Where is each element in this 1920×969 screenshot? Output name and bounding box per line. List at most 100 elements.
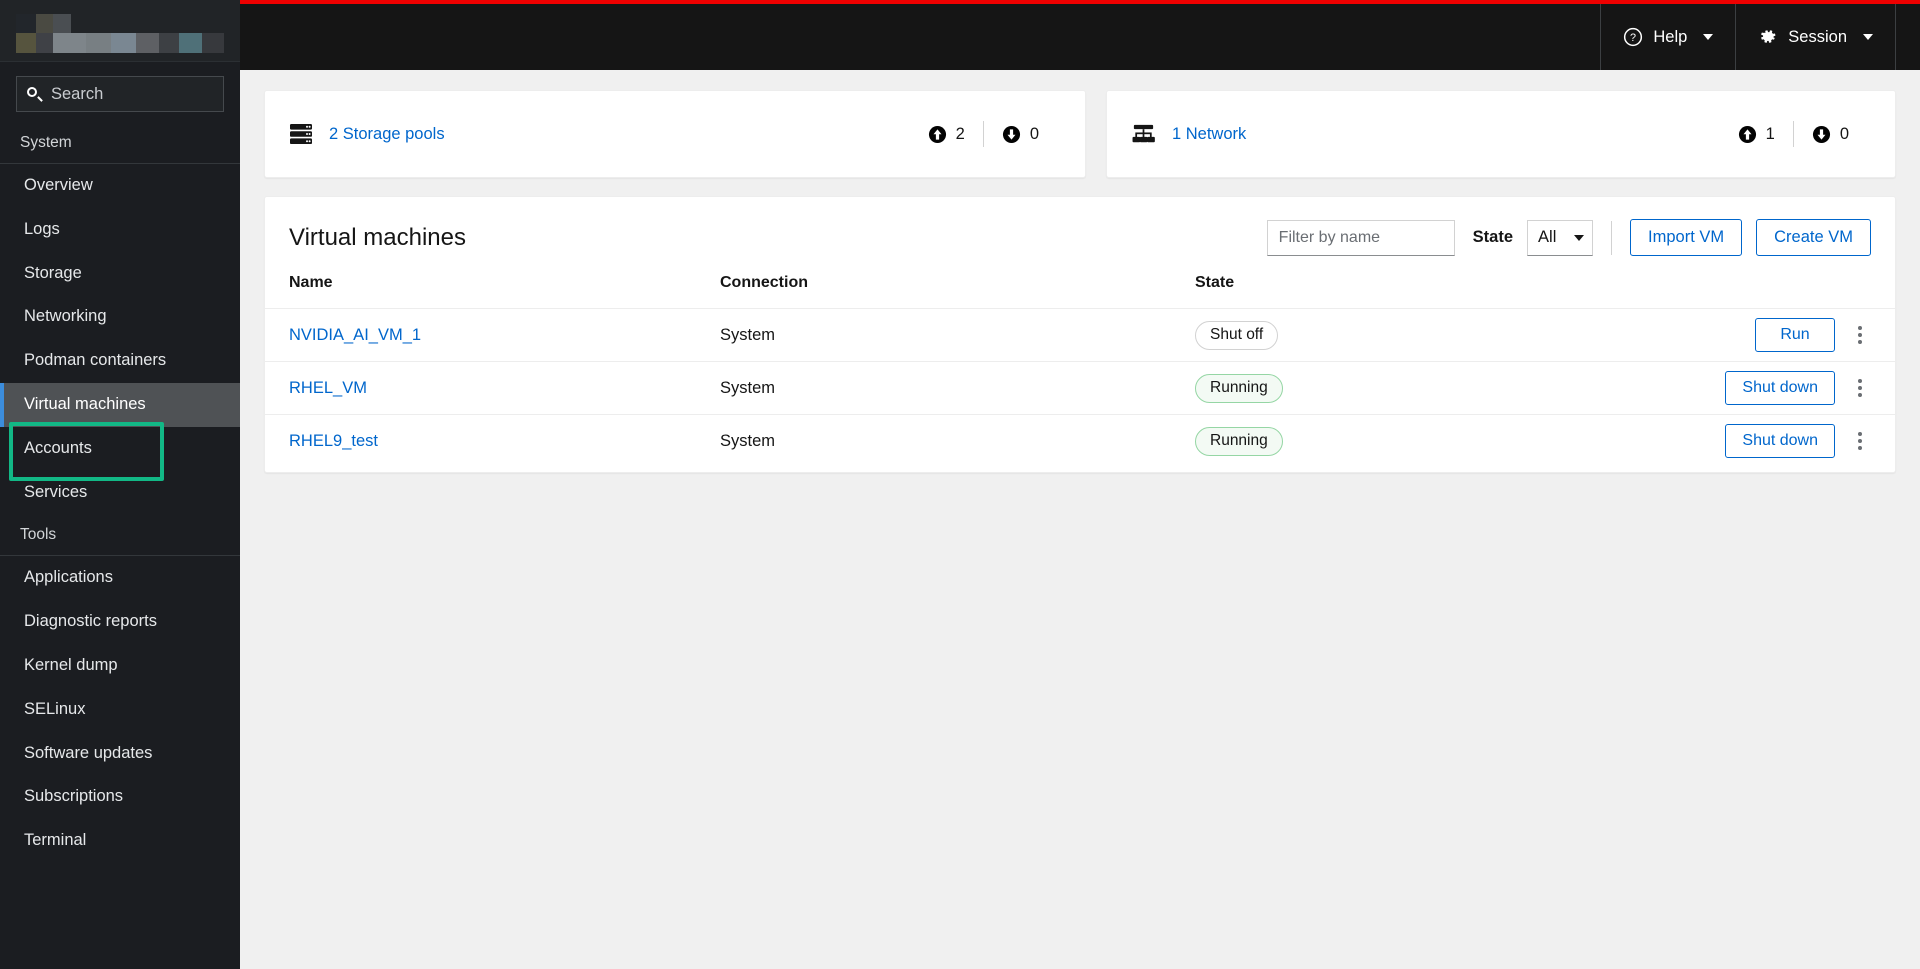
mosaic-tile (16, 14, 36, 33)
toolbar-divider (1611, 220, 1613, 255)
networks-metrics: 1 0 (1720, 121, 1867, 147)
chevron-down-icon (1703, 34, 1714, 40)
sidebar-item-logs[interactable]: Logs (0, 208, 240, 252)
vm-name-link[interactable]: RHEL9_test (289, 432, 378, 450)
virtual-machines-table: Name Connection State NVIDIA_AI_VM_1 Syst… (265, 274, 1895, 468)
mosaic-tile (136, 33, 159, 53)
sidebar-item-networking[interactable]: Networking (0, 295, 240, 339)
column-header-connection: Connection (720, 274, 808, 291)
sidebar-item-selinux[interactable]: SELinux (0, 688, 240, 732)
sidebar-item-diagnostic-reports[interactable]: Diagnostic reports (0, 600, 240, 644)
storage-pools-link[interactable]: 2 Storage pools (329, 125, 445, 144)
storage-pools-inactive-metric: 0 (984, 125, 1057, 144)
sidebar-item-services[interactable]: Services (0, 471, 240, 515)
mosaic-tile (36, 33, 53, 53)
search-icon (27, 86, 43, 102)
mosaic-tile (179, 33, 202, 53)
cell-name: RHEL_VM (265, 362, 720, 415)
sidebar-item-virtual-machines[interactable]: Virtual machines (0, 382, 240, 427)
sidebar-group-title-tools: Tools (0, 514, 240, 557)
sidebar-item-software-updates[interactable]: Software updates (0, 732, 240, 776)
session-menu-button[interactable]: Session (1735, 4, 1896, 70)
summary-cards-row: 2 Storage pools 2 0 1 Network 1 0 (264, 90, 1896, 178)
help-menu-button[interactable]: ? Help (1600, 4, 1735, 70)
virtual-machines-panel: Virtual machines State All Import VM Cre… (264, 196, 1896, 473)
status-badge: Shut off (1195, 320, 1279, 350)
sidebar-item-terminal[interactable]: Terminal (0, 819, 240, 863)
storage-pools-inactive-count: 0 (1029, 124, 1039, 143)
content-area: 2 Storage pools 2 0 1 Network 1 0 Virtua… (240, 70, 1920, 473)
shut-down-button[interactable]: Shut down (1725, 371, 1835, 405)
sidebar-item-applications[interactable]: Applications (0, 556, 240, 600)
session-label: Session (1788, 27, 1847, 46)
cell-state: Running (1195, 415, 1665, 468)
mosaic-tile (53, 33, 86, 53)
gear-icon (1761, 30, 1776, 43)
column-header-name: Name (289, 274, 333, 291)
sidebar-item-accounts[interactable]: Accounts (0, 427, 240, 471)
kebab-menu-icon[interactable] (1849, 426, 1871, 456)
brand-area (0, 0, 240, 62)
networks-card-left: 1 Network (1131, 123, 1246, 145)
cell-connection: System (720, 431, 776, 450)
cell-actions: Shut down (1665, 415, 1895, 468)
kebab-menu-icon[interactable] (1849, 373, 1871, 403)
sidebar-item-storage[interactable]: Storage (0, 252, 240, 296)
cell-actions: Run (1665, 309, 1895, 362)
arrow-up-circle-icon (1738, 125, 1756, 143)
cockpit-web-console: Search System Overview Logs Storage Networki… (0, 0, 1920, 969)
help-label: Help (1653, 27, 1688, 46)
storage-pools-card-left: 2 Storage pools (289, 123, 445, 145)
table-head: Name Connection State (265, 274, 1895, 309)
sidebar-nav: System Overview Logs Storage Networking Podma… (0, 122, 240, 863)
sidebar-item-subscriptions[interactable]: Subscriptions (0, 775, 240, 819)
toolbar-controls: State All Import VM Create VM (1266, 219, 1871, 256)
create-vm-button[interactable]: Create VM (1756, 219, 1871, 256)
state-filter-label: State (1472, 228, 1514, 246)
status-badge: Running (1195, 426, 1283, 456)
filter-by-name-input[interactable] (1266, 219, 1455, 256)
mosaic-tile (53, 14, 71, 33)
sidebar-group-title-system: System (0, 122, 240, 164)
row-actions: Run (1755, 318, 1871, 352)
run-button[interactable]: Run (1755, 318, 1835, 352)
table-row: RHEL_VM System Running Shut down (265, 361, 1895, 415)
sidebar-item-kernel-dump[interactable]: Kernel dump (0, 644, 240, 688)
cell-state: Running (1195, 362, 1665, 415)
networks-inactive-metric: 0 (1794, 125, 1867, 144)
storage-pools-active-count: 2 (955, 124, 965, 143)
svg-text:?: ? (1630, 32, 1636, 44)
shut-down-button[interactable]: Shut down (1725, 424, 1835, 459)
mosaic-tile (159, 33, 179, 53)
status-badge: Running (1195, 373, 1283, 403)
page-title: Virtual machines (289, 223, 466, 251)
row-actions: Shut down (1725, 424, 1871, 459)
state-filter-select[interactable]: All (1527, 219, 1594, 256)
cell-state: Shut off (1195, 309, 1665, 362)
search-placeholder: Search (51, 84, 104, 103)
chevron-down-icon (1863, 34, 1873, 40)
networks-active-metric: 1 (1720, 125, 1793, 144)
vm-name-link[interactable]: NVIDIA_AI_VM_1 (289, 326, 421, 344)
storage-pools-card: 2 Storage pools 2 0 (264, 90, 1086, 178)
arrow-down-circle-icon (1002, 125, 1020, 143)
main-area: ? Help Session 2 Storage pools 2 0 1 Net… (240, 0, 1920, 969)
vm-name-link[interactable]: RHEL_VM (289, 379, 367, 397)
sidebar-item-podman-containers[interactable]: Podman containers (0, 339, 240, 383)
sidebar-item-overview[interactable]: Overview (0, 164, 240, 208)
column-header-state: State (1195, 274, 1235, 291)
import-vm-button[interactable]: Import VM (1630, 219, 1743, 256)
table-body: NVIDIA_AI_VM_1 System Shut off Run RHEL_VM Sy… (265, 308, 1895, 468)
sidebar-search-container: Search (0, 62, 240, 122)
cell-connection: System (720, 325, 776, 344)
storage-pools-metrics: 2 0 (910, 121, 1057, 147)
cell-name: RHEL9_test (265, 415, 720, 468)
networks-card: 1 Network 1 0 (1106, 90, 1896, 178)
mosaic-tile (202, 33, 224, 53)
virtual-machines-toolbar: Virtual machines State All Import VM Cre… (265, 197, 1895, 274)
kebab-menu-icon[interactable] (1849, 320, 1871, 350)
networks-link[interactable]: 1 Network (1172, 125, 1246, 144)
cell-actions: Shut down (1665, 362, 1895, 415)
search-input[interactable]: Search (16, 76, 224, 112)
arrow-down-circle-icon (1812, 125, 1830, 143)
